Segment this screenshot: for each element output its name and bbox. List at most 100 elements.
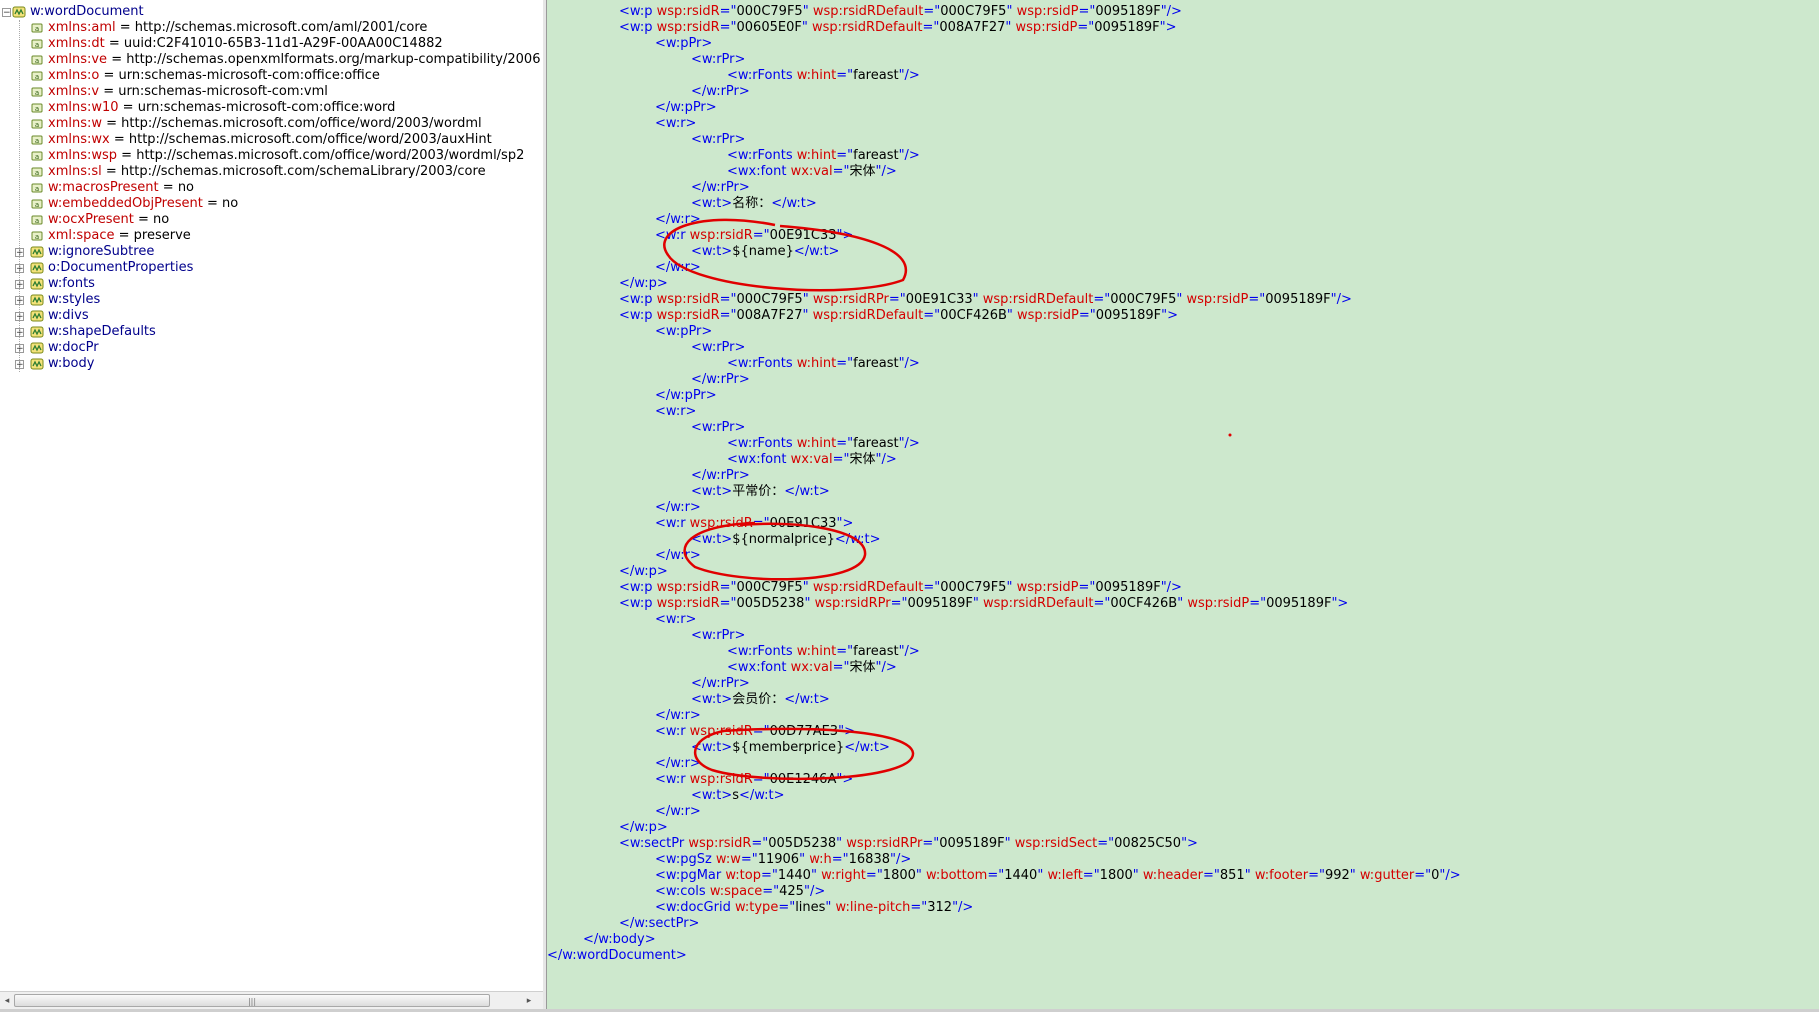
tree-attribute-node[interactable]: a xmlns:v = urn:schemas-microsoft-com:vml [0, 84, 540, 100]
tree-attribute-node[interactable]: a xmlns:dt = uuid:C2F41010-65B3-11d1-A29F… [0, 36, 540, 52]
xml-code-line[interactable]: </w:p> [619, 820, 668, 836]
xml-code-line[interactable]: </w:rPr> [691, 180, 750, 196]
xml-code-line[interactable]: <w:r> [655, 612, 696, 628]
xml-code-line[interactable]: <w:t>平常价：</w:t> [691, 484, 830, 500]
tree-attribute-node[interactable]: a xml:space = preserve [0, 228, 540, 244]
xml-code-line[interactable]: </w:rPr> [691, 468, 750, 484]
xml-code-line[interactable]: </w:rPr> [691, 372, 750, 388]
tree-attribute-label: xmlns:ve = http://schemas.openxmlformats… [48, 52, 541, 67]
scrollbar-thumb[interactable]: ||| [14, 994, 490, 1007]
tree-attribute-node[interactable]: a xmlns:aml = http://schemas.microsoft.co… [0, 20, 540, 36]
xml-code-line[interactable]: <w:rFonts w:hint="fareast"/> [727, 148, 920, 164]
xml-code-line[interactable]: <w:rPr> [691, 132, 745, 148]
xml-tag-text: <w:pgMar [655, 868, 726, 883]
tree-root-node[interactable]: − w:wordDocument [0, 4, 540, 20]
xml-code-line[interactable]: </w:r> [655, 548, 701, 564]
xml-code-line[interactable]: <w:cols w:space="425"/> [655, 884, 825, 900]
xml-code-line[interactable]: <w:p wsp:rsidR="000C79F5" wsp:rsidRPr="0… [619, 292, 1352, 308]
scroll-right-arrow-icon[interactable]: ▸ [522, 992, 536, 1010]
xml-code-line[interactable]: <w:pPr> [655, 36, 712, 52]
xml-code-line[interactable]: </w:pPr> [655, 388, 717, 404]
xml-tag-text: =" [760, 868, 778, 883]
xml-code-line[interactable]: </w:p> [619, 564, 668, 580]
xml-tag-text: </w:t> [784, 692, 830, 707]
xml-code-line[interactable]: <w:rFonts w:hint="fareast"/> [727, 644, 920, 660]
xml-code-line[interactable]: <w:pgMar w:top="1440" w:right="1800" w:b… [655, 868, 1461, 884]
tree-element-node[interactable]: + w:docPr [0, 340, 540, 356]
xml-code-line[interactable]: <w:r> [655, 116, 696, 132]
xml-code-line[interactable]: <w:t>s</w:t> [691, 788, 785, 804]
xml-code-line[interactable]: <w:pPr> [655, 324, 712, 340]
xml-source-pane[interactable]: <w:p wsp:rsidR="000C79F5" wsp:rsidRDefau… [547, 0, 1819, 1012]
xml-code-line[interactable]: <w:p wsp:rsidR="005D5238" wsp:rsidRPr="0… [619, 596, 1348, 612]
xml-code-line[interactable]: <w:rPr> [691, 628, 745, 644]
xml-code-line[interactable]: <wx:font wx:val="宋体"/> [727, 452, 897, 468]
tree-attribute-node[interactable]: a w:embeddedObjPresent = no [0, 196, 540, 212]
xml-code-line[interactable]: </w:r> [655, 804, 701, 820]
xml-code-line[interactable]: </w:p> [619, 276, 668, 292]
xml-code-line[interactable]: <w:r wsp:rsidR="00E1246A"> [655, 772, 853, 788]
xml-code-line[interactable]: </w:r> [655, 212, 701, 228]
xml-code-line[interactable]: <w:t>名称：</w:t> [691, 196, 817, 212]
xml-code-line[interactable]: </w:sectPr> [619, 916, 699, 932]
xml-code-line[interactable]: </w:r> [655, 756, 701, 772]
tree-element-node[interactable]: + w:ignoreSubtree [0, 244, 540, 260]
xml-code-line[interactable]: <w:t>${memberprice}</w:t> [691, 740, 890, 756]
xml-tree-pane[interactable]: − w:wordDocument a xmlns:aml = http://schem… [0, 0, 544, 1012]
xml-code-line[interactable]: <wx:font wx:val="宋体"/> [727, 660, 897, 676]
xml-code-line[interactable]: <w:p wsp:rsidR="000C79F5" wsp:rsidRDefau… [619, 580, 1182, 596]
xml-code-line[interactable]: <w:t>${normalprice}</w:t> [691, 532, 880, 548]
tree-element-node[interactable]: + w:body [0, 356, 540, 372]
tree-element-node[interactable]: + w:shapeDefaults [0, 324, 540, 340]
scroll-left-arrow-icon[interactable]: ◂ [0, 992, 14, 1010]
tree-attribute-node[interactable]: a w:ocxPresent = no [0, 212, 540, 228]
tree-attribute-node[interactable]: a xmlns:sl = http://schemas.microsoft.com… [0, 164, 540, 180]
xml-code-line[interactable]: <w:r wsp:rsidR="00E91C33"> [655, 228, 853, 244]
collapse-icon[interactable]: − [2, 8, 11, 18]
xml-code-line[interactable]: <w:r wsp:rsidR="00E91C33"> [655, 516, 853, 532]
xml-code-line[interactable]: </w:body> [583, 932, 656, 948]
xml-code-line[interactable]: <w:rPr> [691, 420, 745, 436]
xml-code-line[interactable]: </w:wordDocument> [547, 948, 687, 964]
xml-code-line[interactable]: <w:p wsp:rsidR="00605E0F" wsp:rsidRDefau… [619, 20, 1177, 36]
tree-attribute-node[interactable]: a xmlns:o = urn:schemas-microsoft-com:off… [0, 68, 540, 84]
tree-element-node[interactable]: + w:fonts [0, 276, 540, 292]
tree-attribute-node[interactable]: a xmlns:w10 = urn:schemas-microsoft-com:o… [0, 100, 540, 116]
xml-code-line[interactable]: <w:p wsp:rsidR="000C79F5" wsp:rsidRDefau… [619, 4, 1182, 20]
xml-code-line[interactable]: </w:rPr> [691, 676, 750, 692]
tree-attribute-node[interactable]: a xmlns:wsp = http://schemas.microsoft.co… [0, 148, 540, 164]
xml-code-line[interactable]: </w:r> [655, 500, 701, 516]
xml-code-line[interactable]: <wx:font wx:val="宋体"/> [727, 164, 897, 180]
tree-element-node[interactable]: + w:divs [0, 308, 540, 324]
xml-attribute-name: wsp:rsidRDefault [812, 4, 924, 19]
tree-element-node[interactable]: + o:DocumentProperties [0, 260, 540, 276]
xml-code-line[interactable]: <w:sectPr wsp:rsidR="005D5238" wsp:rsidR… [619, 836, 1198, 852]
tree-attribute-node[interactable]: a xmlns:wx = http://schemas.microsoft.com… [0, 132, 540, 148]
xml-code-line[interactable]: <w:docGrid w:type="lines" w:line-pitch="… [655, 900, 973, 916]
xml-code-line[interactable]: </w:pPr> [655, 100, 717, 116]
xml-code-line[interactable]: <w:r wsp:rsidR="00D77AE3"> [655, 724, 855, 740]
xml-code-line[interactable]: </w:rPr> [691, 84, 750, 100]
xml-tag-text: </w:t> [844, 740, 890, 755]
tree-attribute-node[interactable]: a w:macrosPresent = no [0, 180, 540, 196]
tree-attribute-node[interactable]: a xmlns:ve = http://schemas.openxmlformat… [0, 52, 540, 68]
xml-code-line[interactable]: </w:r> [655, 708, 701, 724]
xml-code-line[interactable]: <w:rFonts w:hint="fareast"/> [727, 68, 920, 84]
xml-code-line[interactable]: <w:t>${name}</w:t> [691, 244, 839, 260]
xml-code-line[interactable]: <w:r> [655, 404, 696, 420]
xml-tag-text: </w:r> [655, 548, 701, 563]
tree-element-node[interactable]: + w:styles [0, 292, 540, 308]
xml-tag-text: <w:t> [691, 788, 733, 803]
xml-code-line[interactable]: <w:rFonts w:hint="fareast"/> [727, 356, 920, 372]
xml-code-line[interactable]: <w:rFonts w:hint="fareast"/> [727, 436, 920, 452]
xml-code-line[interactable]: </w:r> [655, 260, 701, 276]
xml-code-line[interactable]: <w:p wsp:rsidR="008A7F27" wsp:rsidRDefau… [619, 308, 1178, 324]
xml-code-line[interactable]: <w:rPr> [691, 340, 745, 356]
xml-tag-text: =" [1077, 20, 1095, 35]
xml-attribute-value: fareast [853, 436, 899, 451]
xml-code-line[interactable]: <w:t>会员价：</w:t> [691, 692, 830, 708]
xml-code-line[interactable]: <w:rPr> [691, 52, 745, 68]
tree-horizontal-scrollbar[interactable]: ◂ ||| ▸ [0, 991, 543, 1010]
xml-code-line[interactable]: <w:pgSz w:w="11906" w:h="16838"/> [655, 852, 911, 868]
tree-attribute-node[interactable]: a xmlns:w = http://schemas.microsoft.com/… [0, 116, 540, 132]
